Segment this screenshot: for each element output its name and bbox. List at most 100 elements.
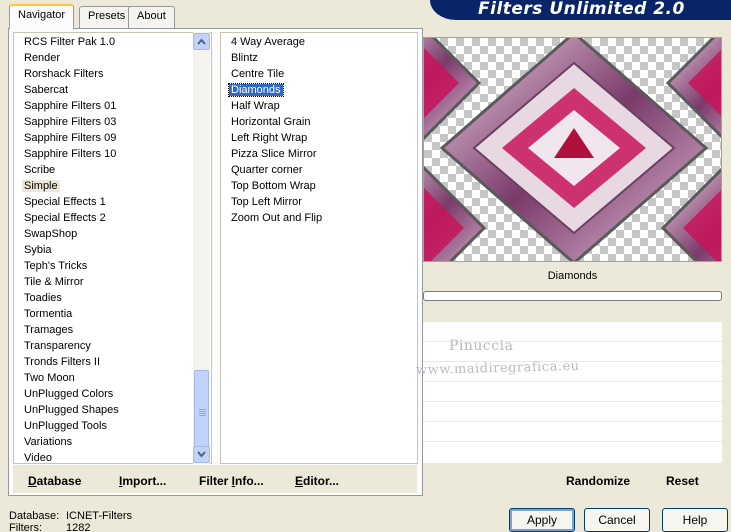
filter-item-label: Diamonds (228, 83, 284, 97)
preview-image (423, 37, 722, 262)
help-button[interactable]: Help (662, 508, 728, 532)
category-item[interactable]: UnPlugged Shapes (14, 402, 194, 418)
randomize-button[interactable]: Randomize (566, 474, 630, 488)
category-item-label: RCS Filter Pak 1.0 (24, 36, 116, 48)
category-items: RCS Filter Pak 1.0 Render Rorshack Filters… (14, 34, 194, 464)
filter-item-label: Left Right Wrap (231, 132, 308, 144)
category-item[interactable]: Transparency (14, 338, 194, 354)
category-item[interactable]: Sybia (14, 242, 194, 258)
category-item[interactable]: Tramages (14, 322, 194, 338)
category-item[interactable]: Special Effects 1 (14, 194, 194, 210)
filter-item[interactable]: Diamonds (221, 82, 417, 98)
preview-filter-name: Diamonds (547, 270, 598, 282)
category-item-label: Sabercat (24, 84, 69, 96)
category-item[interactable]: UnPlugged Tools (14, 418, 194, 434)
category-item[interactable]: Tormentia (14, 306, 194, 322)
filter-list[interactable]: 4 Way Average Blintz Centre Tile Diamonds Ha… (220, 32, 418, 464)
category-item-label: Two Moon (24, 372, 75, 384)
title-banner: Filters Unlimited 2.0 (430, 0, 731, 20)
category-item[interactable]: Rorshack Filters (14, 66, 194, 82)
category-item[interactable]: SwapShop (14, 226, 194, 242)
category-item[interactable]: Variations (14, 434, 194, 450)
category-item-label: SwapShop (24, 228, 78, 240)
category-item-label: UnPlugged Colors (24, 388, 114, 400)
import-button[interactable]: Import... (119, 474, 166, 488)
filter-item[interactable]: Left Right Wrap (221, 130, 417, 146)
category-item[interactable]: Video (14, 450, 194, 464)
tab-navigator-label: Navigator (18, 9, 66, 21)
tab-presets[interactable]: Presets (79, 6, 135, 28)
chevron-up-icon (197, 38, 206, 45)
category-item-label: Transparency (24, 340, 91, 352)
category-item[interactable]: Teph's Tricks (14, 258, 194, 274)
category-item[interactable]: Tile & Mirror (14, 274, 194, 290)
filter-info-button[interactable]: Filter Info... (199, 474, 264, 488)
filter-item[interactable]: Horizontal Grain (221, 114, 417, 130)
category-item[interactable]: Sapphire Filters 03 (14, 114, 194, 130)
category-item-label: Tile & Mirror (24, 276, 84, 288)
category-item[interactable]: UnPlugged Colors (14, 386, 194, 402)
category-item-label: Special Effects 2 (24, 212, 106, 224)
scroll-up-button[interactable] (193, 33, 210, 50)
filter-item-label: Quarter corner (231, 164, 303, 176)
database-info-label: Database: (9, 510, 60, 522)
filter-item[interactable]: Quarter corner (221, 162, 417, 178)
filter-item-label: Half Wrap (231, 100, 280, 112)
category-item-label: UnPlugged Shapes (24, 404, 119, 416)
scroll-down-button[interactable] (193, 446, 210, 463)
filter-item[interactable]: Half Wrap (221, 98, 417, 114)
progress-bar (423, 291, 722, 301)
filter-item[interactable]: Top Left Mirror (221, 194, 417, 210)
category-item[interactable]: Sapphire Filters 10 (14, 146, 194, 162)
filter-item[interactable]: Zoom Out and Flip (221, 210, 417, 226)
filter-item[interactable]: 4 Way Average (221, 34, 417, 50)
database-info: Database: ICNET-Filters (9, 510, 132, 522)
category-item-label: Toadies (24, 292, 62, 304)
category-item-label: Scribe (24, 164, 56, 176)
cancel-button[interactable]: Cancel (584, 508, 650, 532)
category-item[interactable]: Toadies (14, 290, 194, 306)
category-item-label: Sapphire Filters 10 (24, 148, 117, 160)
filter-item-label: Blintz (231, 52, 258, 64)
tab-about[interactable]: About (128, 6, 175, 28)
category-item-label: Special Effects 1 (24, 196, 106, 208)
diamonds-preview-graphic (424, 38, 721, 261)
apply-button[interactable]: Apply (509, 508, 575, 532)
reset-button[interactable]: Reset (666, 474, 699, 488)
filter-item[interactable]: Centre Tile (221, 66, 417, 82)
tab-about-label: About (137, 10, 166, 22)
category-item-label: Sybia (24, 244, 52, 256)
category-item-label: Sapphire Filters 03 (24, 116, 117, 128)
category-item[interactable]: Tronds Filters II (14, 354, 194, 370)
editor-button[interactable]: Editor... (295, 474, 339, 488)
category-scrollbar[interactable] (193, 32, 210, 464)
navigator-button-bar: Database Import... Filter Info... Editor… (13, 465, 417, 493)
category-item[interactable]: Sapphire Filters 01 (14, 98, 194, 114)
category-item[interactable]: Scribe (14, 162, 194, 178)
database-button[interactable]: Database (28, 474, 81, 488)
filter-item-label: 4 Way Average (231, 36, 305, 48)
chevron-down-icon (197, 451, 206, 458)
category-item[interactable]: RCS Filter Pak 1.0 (14, 34, 194, 50)
category-item[interactable]: Render (14, 50, 194, 66)
filter-items: 4 Way Average Blintz Centre Tile Diamonds Ha… (221, 34, 417, 226)
filter-item[interactable]: Pizza Slice Mirror (221, 146, 417, 162)
category-item-label: Tronds Filters II (24, 356, 100, 368)
category-item[interactable]: Sapphire Filters 09 (14, 130, 194, 146)
category-item-label: Sapphire Filters 09 (24, 132, 117, 144)
category-item[interactable]: Sabercat (14, 82, 194, 98)
category-list[interactable]: RCS Filter Pak 1.0 Render Rorshack Filters… (13, 32, 212, 464)
filter-item-label: Top Bottom Wrap (231, 180, 316, 192)
filters-count-value: 1282 (66, 522, 91, 532)
category-item-label: Video (24, 452, 52, 464)
category-item[interactable]: Special Effects 2 (14, 210, 194, 226)
category-item-label: Teph's Tricks (24, 260, 88, 272)
category-item-label: Render (24, 52, 61, 64)
filter-item-label: Top Left Mirror (231, 196, 302, 208)
filter-item-label: Pizza Slice Mirror (231, 148, 317, 160)
filter-item[interactable]: Blintz (221, 50, 417, 66)
tab-navigator[interactable]: Navigator (9, 4, 75, 29)
filter-item[interactable]: Top Bottom Wrap (221, 178, 417, 194)
category-item[interactable]: Simple (14, 178, 194, 194)
category-item[interactable]: Two Moon (14, 370, 194, 386)
